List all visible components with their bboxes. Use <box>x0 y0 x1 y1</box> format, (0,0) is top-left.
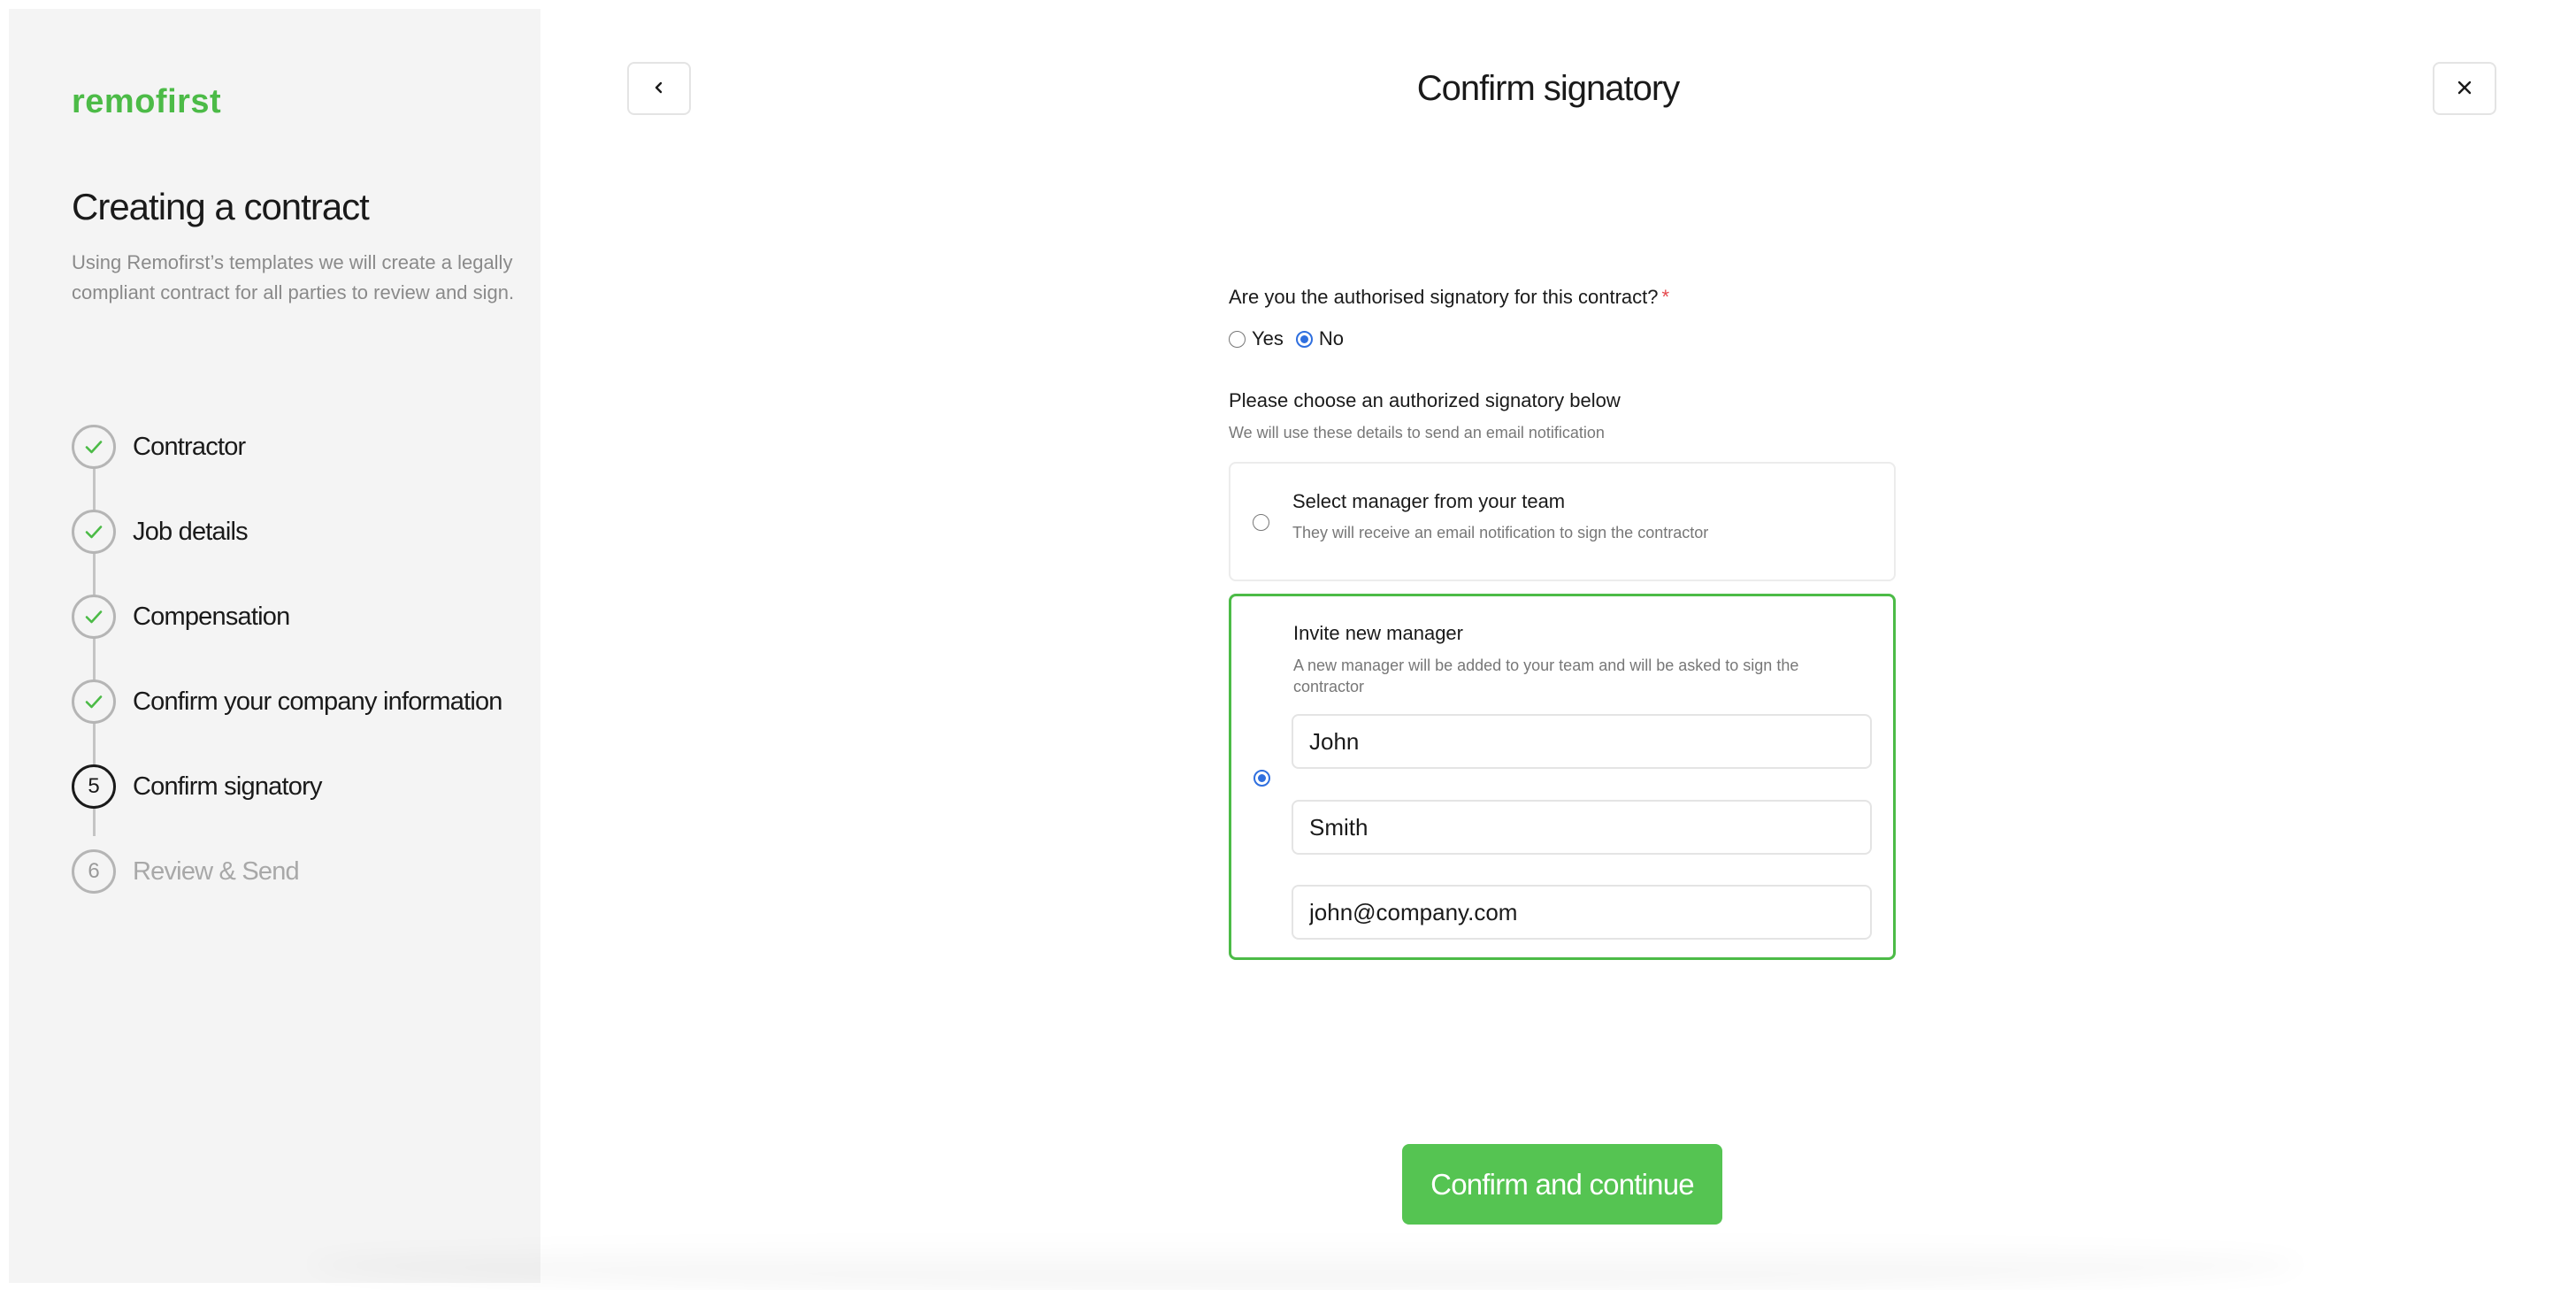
step-confirm-signatory[interactable]: 5 Confirm signatory <box>72 764 322 809</box>
check-icon <box>72 510 116 554</box>
step-number: 6 <box>72 849 116 894</box>
app-root: remofirst Creating a contract Using Remo… <box>0 0 2576 1290</box>
logo: remofirst <box>72 83 222 120</box>
step-contractor[interactable]: Contractor <box>72 425 246 469</box>
footer-shadow <box>310 1239 2300 1290</box>
step-label: Contractor <box>133 432 246 461</box>
step-label: Confirm your company information <box>133 687 502 716</box>
signatory-question: Are you the authorised signatory for thi… <box>1229 286 1669 309</box>
step-review-send: 6 Review & Send <box>72 849 300 894</box>
first-name-input[interactable] <box>1292 714 1872 769</box>
page-title: Confirm signatory <box>1416 69 1680 108</box>
check-icon <box>72 680 116 724</box>
sidebar-title: Creating a contract <box>72 186 370 227</box>
signatory-answer-group: Yes No <box>1229 327 1356 350</box>
chevron-left-icon <box>650 79 668 99</box>
radio-no[interactable] <box>1295 330 1313 348</box>
close-button[interactable] <box>2433 62 2496 115</box>
option-description: A new manager will be added to your team… <box>1293 657 1799 695</box>
option-select-manager[interactable]: Select manager from your team They will … <box>1229 462 1896 581</box>
step-number: 5 <box>72 764 116 809</box>
step-label: Compensation <box>133 602 290 631</box>
option-invite-manager[interactable]: Invite new manager A new manager will be… <box>1229 594 1896 960</box>
check-icon <box>72 595 116 639</box>
radio-yes-label[interactable]: Yes <box>1252 327 1284 350</box>
option-description: They will receive an email notification … <box>1292 524 1709 541</box>
check-icon <box>72 425 116 469</box>
step-job-details[interactable]: Job details <box>72 510 249 554</box>
sidebar-description: Using Remofirst’s templates we will crea… <box>72 251 515 303</box>
step-label: Job details <box>133 517 249 546</box>
confirm-continue-button[interactable]: Confirm and continue <box>1402 1144 1722 1225</box>
radio-yes[interactable] <box>1229 330 1246 348</box>
option-title: Invite new manager <box>1293 622 1463 644</box>
radio-invite-manager[interactable] <box>1254 770 1270 787</box>
step-compensation[interactable]: Compensation <box>72 595 290 639</box>
radio-select-manager[interactable] <box>1253 514 1269 531</box>
email-input[interactable] <box>1292 885 1872 940</box>
option-title: Select manager from your team <box>1292 490 1566 512</box>
close-icon <box>2455 78 2474 100</box>
question-text: Are you the authorised signatory for thi… <box>1229 286 1659 308</box>
back-button[interactable] <box>627 62 691 115</box>
section-label: Please choose an authorized signatory be… <box>1229 389 1621 411</box>
step-label: Confirm signatory <box>133 772 322 801</box>
step-label: Review & Send <box>133 856 300 886</box>
sidebar: remofirst Creating a contract Using Remo… <box>9 9 540 1283</box>
radio-no-label[interactable]: No <box>1319 327 1344 350</box>
last-name-input[interactable] <box>1292 800 1872 855</box>
required-mark: * <box>1661 286 1670 308</box>
step-company-information[interactable]: Confirm your company information <box>72 680 502 724</box>
section-hint: We will use these details to send an ema… <box>1229 424 1605 442</box>
